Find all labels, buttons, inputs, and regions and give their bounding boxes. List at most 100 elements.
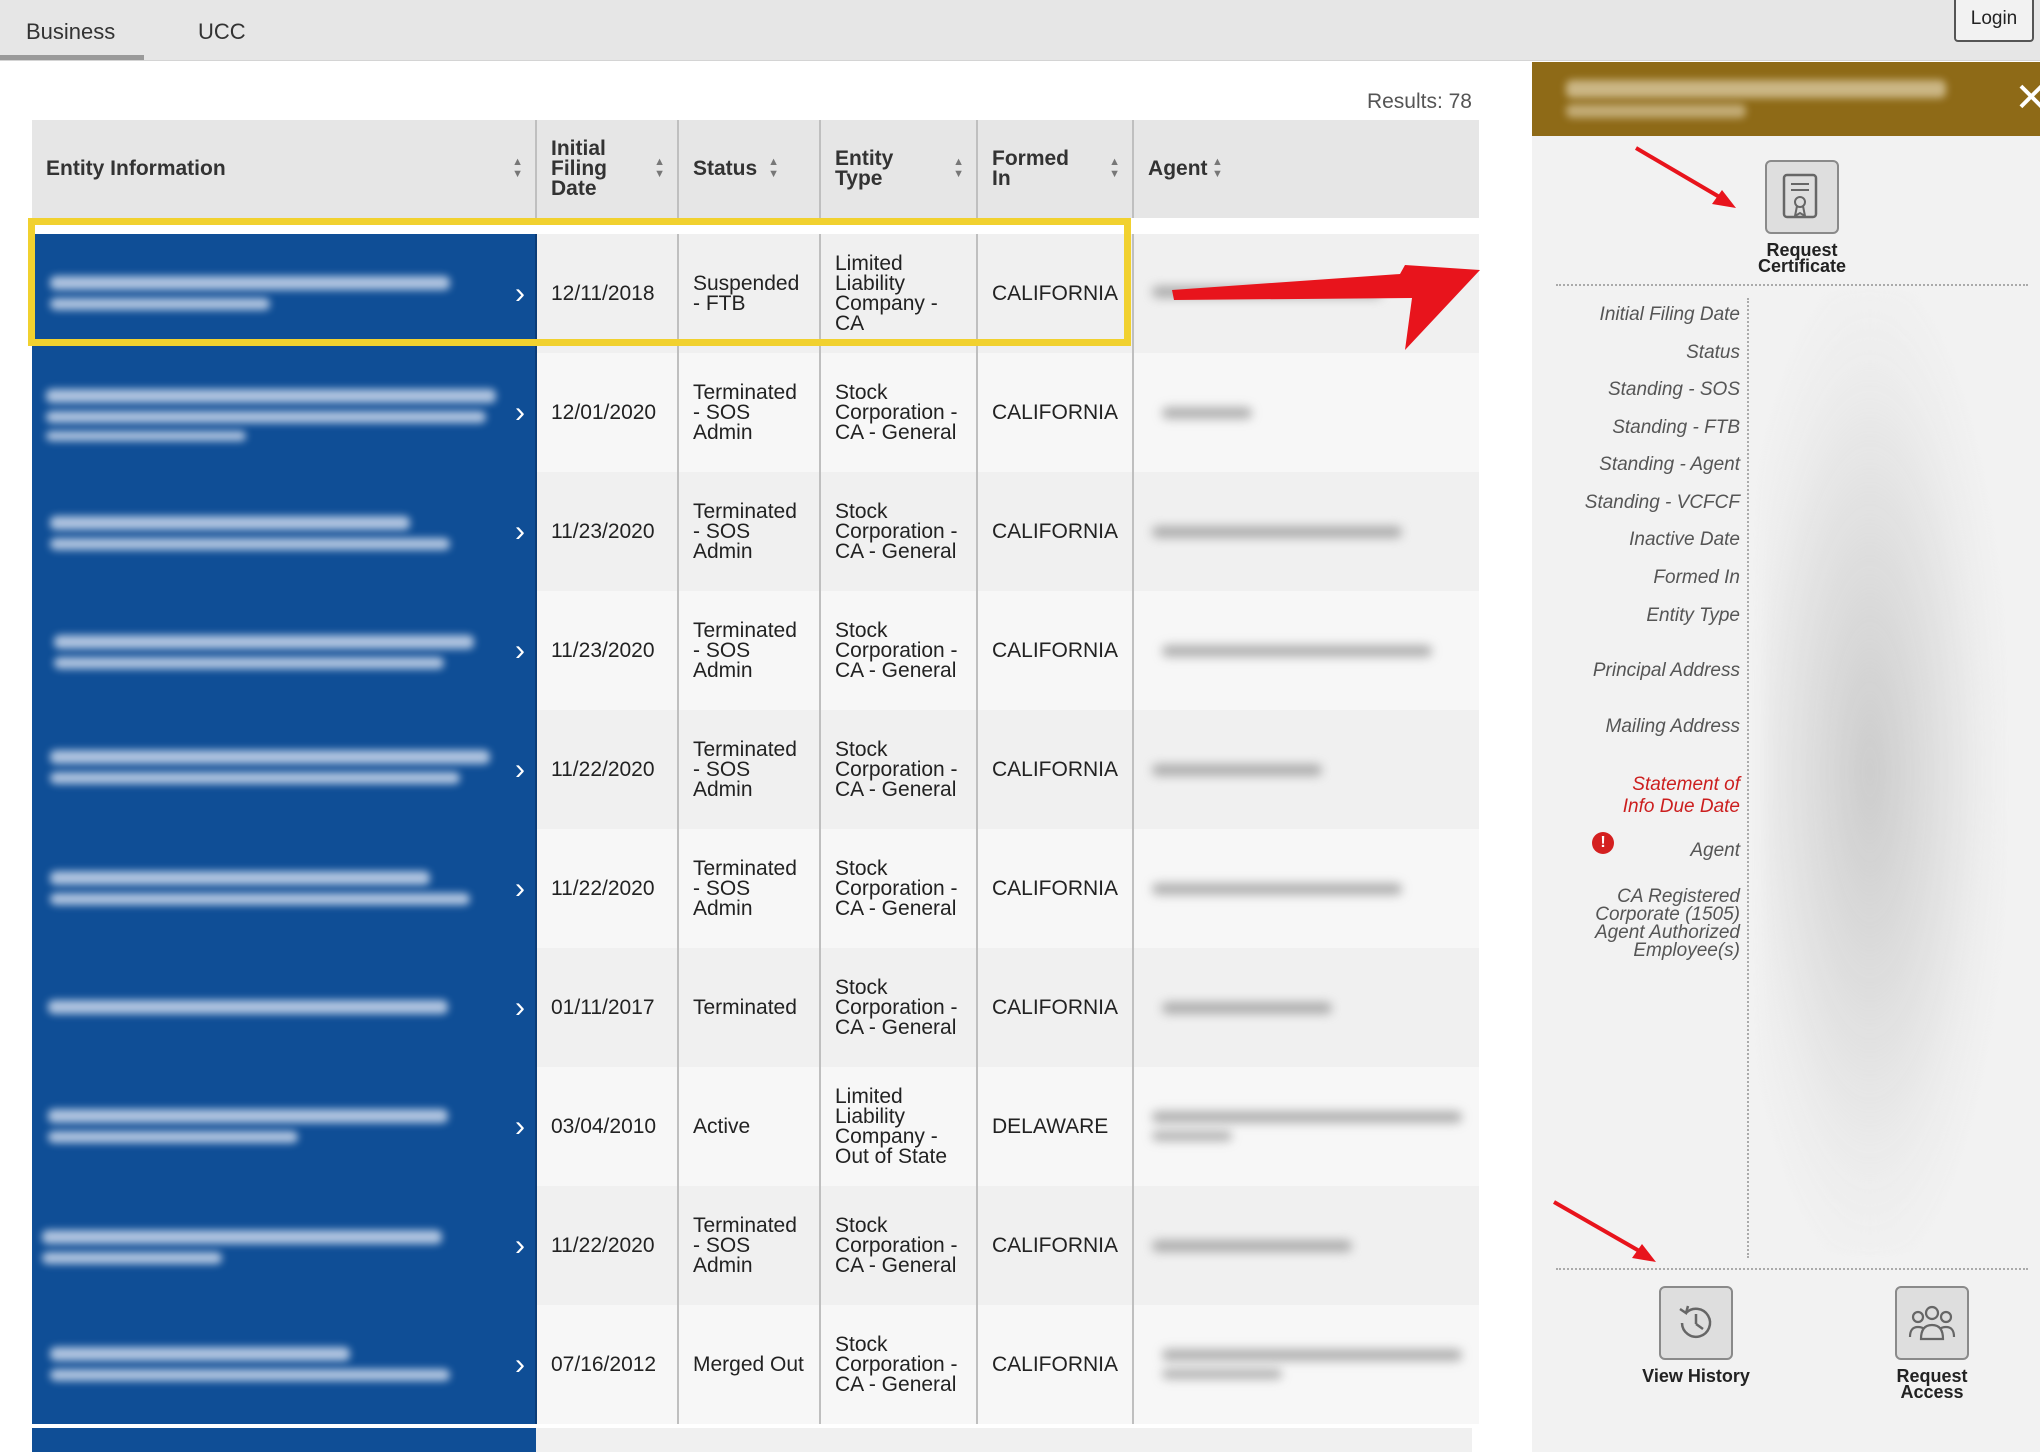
users-icon <box>1895 1286 1969 1360</box>
column-header-label: Status <box>693 157 758 180</box>
agent <box>1133 234 1480 353</box>
filing-date: 11/23/2020 <box>536 591 679 710</box>
sort-icon[interactable]: ▲ ▼ <box>654 156 665 180</box>
label-ca-registered-agent-employees: CA Registered Corporate (1505) Agent Aut… <box>1594 886 1740 961</box>
divider <box>1556 284 2028 286</box>
column-header-entity-type[interactable]: Entity Type ▲ ▼ <box>820 120 978 218</box>
filing-date: 03/04/2010 <box>536 1067 679 1186</box>
formed-in: CALIFORNIA <box>977 234 1135 353</box>
formed-in: CALIFORNIA <box>977 1186 1135 1305</box>
table-row[interactable]: › 11/23/2020 Terminated - SOS Admin Stoc… <box>32 472 1480 591</box>
agent <box>1133 710 1480 829</box>
table-row[interactable]: › 11/23/2020 Terminated - SOS Admin Stoc… <box>32 591 1480 710</box>
label-formed-in: Formed In <box>1653 567 1740 588</box>
column-header-formed-in[interactable]: Formed In ▲ ▼ <box>977 120 1135 218</box>
sort-icon[interactable]: ▲ ▼ <box>512 156 523 180</box>
column-header-initial-filing-date[interactable]: Initial Filing Date ▲ ▼ <box>536 120 679 218</box>
label-mailing-address: Mailing Address <box>1605 716 1740 737</box>
entity-name-cell[interactable]: › <box>32 591 537 710</box>
formed-in: CALIFORNIA <box>977 829 1135 948</box>
filing-date: 07/16/2012 <box>536 1305 679 1424</box>
request-certificate-label: Request Certificate <box>1757 240 1847 276</box>
label-agent: Agent <box>1690 840 1740 861</box>
entity-name-cell[interactable]: › <box>32 234 537 353</box>
table-row[interactable]: › 11/22/2020 Terminated - SOS Admin Stoc… <box>32 1186 1480 1305</box>
table-row[interactable]: › 01/11/2017 Terminated Stock Corporatio… <box>32 948 1480 1067</box>
column-header-entity-information[interactable]: Entity Information ▲ ▼ <box>32 120 537 218</box>
agent <box>1133 591 1480 710</box>
label-statement-of-info-due-date: Statement of Info Due Date <box>1622 774 1740 817</box>
label-status: Status <box>1686 342 1740 363</box>
table-row[interactable]: › 11/22/2020 Terminated - SOS Admin Stoc… <box>32 710 1480 829</box>
request-access-label: Request Access <box>1896 1366 1968 1402</box>
history-icon <box>1659 1286 1733 1360</box>
table-row[interactable]: › 12/01/2020 Terminated - SOS Admin Stoc… <box>32 353 1480 472</box>
tab-ucc[interactable]: UCC <box>172 0 272 60</box>
column-header-label: Formed In <box>992 147 1070 190</box>
entity-type: Stock Corporation - CA - General <box>820 710 978 829</box>
sort-icon[interactable]: ▲ ▼ <box>1109 156 1120 180</box>
entity-name-cell[interactable]: › <box>32 1067 537 1186</box>
column-header-status[interactable]: Status ▲ ▼ <box>678 120 821 218</box>
entity-name-cell[interactable]: › <box>32 353 537 472</box>
status: Merged Out <box>678 1305 821 1424</box>
entity-type: Limited Liability Company - Out of State <box>820 1067 978 1186</box>
formed-in: CALIFORNIA <box>977 353 1135 472</box>
sort-icon[interactable]: ▲ ▼ <box>768 156 779 180</box>
chevron-right-icon: › <box>515 514 525 548</box>
tab-business[interactable]: Business <box>0 0 144 60</box>
label-entity-type: Entity Type <box>1646 605 1740 626</box>
divider <box>1556 1268 2028 1270</box>
view-history-button[interactable]: View History <box>1616 1286 1776 1386</box>
entity-name-cell[interactable]: › <box>32 1186 537 1305</box>
top-bar: Business UCC Login <box>0 0 2040 61</box>
sort-icon[interactable]: ▲ ▼ <box>953 156 964 180</box>
formed-in: CALIFORNIA <box>977 710 1135 829</box>
results-table: Entity Information ▲ ▼ Initial Filing Date… <box>32 120 1480 1424</box>
chevron-right-icon: › <box>515 633 525 667</box>
status: Terminated - SOS Admin <box>678 829 821 948</box>
entity-name-cell[interactable]: › <box>32 948 537 1067</box>
entity-type: Stock Corporation - CA - General <box>820 472 978 591</box>
agent <box>1133 1305 1480 1424</box>
table-row-partial <box>32 1428 1472 1452</box>
formed-in: CALIFORNIA <box>977 948 1135 1067</box>
formed-in: CALIFORNIA <box>977 1305 1135 1424</box>
request-certificate-button[interactable]: Request Certificate <box>1742 160 1862 276</box>
column-header-label: Entity Information <box>46 157 226 180</box>
redacted-values <box>1762 292 2002 1252</box>
status: Terminated - SOS Admin <box>678 1186 821 1305</box>
label-standing-sos: Standing - SOS <box>1607 379 1740 400</box>
entity-name-cell[interactable]: › <box>32 710 537 829</box>
column-header-agent[interactable]: Agent ▲ ▼ <box>1133 120 1480 218</box>
chevron-right-icon: › <box>515 1347 525 1381</box>
table-row[interactable]: › 11/22/2020 Terminated - SOS Admin Stoc… <box>32 829 1480 948</box>
close-icon[interactable]: ✕ <box>2014 78 2040 118</box>
entity-name-cell[interactable]: › <box>32 472 537 591</box>
agent <box>1133 948 1480 1067</box>
filing-date: 11/22/2020 <box>536 829 679 948</box>
table-row[interactable]: › 07/16/2012 Merged Out Stock Corporatio… <box>32 1305 1480 1424</box>
detail-panel: ✕ Request Certificate Initial Filing Dat… <box>1532 62 2040 1452</box>
agent <box>1133 1067 1480 1186</box>
status: Terminated - SOS Admin <box>678 710 821 829</box>
alert-icon: ! <box>1592 832 1614 854</box>
entity-type: Stock Corporation - CA - General <box>820 829 978 948</box>
entity-name-cell[interactable]: › <box>32 1305 537 1424</box>
status: Terminated - SOS Admin <box>678 591 821 710</box>
label-principal-address: Principal Address <box>1592 660 1740 681</box>
entity-type: Stock Corporation - CA - General <box>820 1305 978 1424</box>
request-access-button[interactable]: Request Access <box>1872 1286 1992 1402</box>
entity-name-cell[interactable]: › <box>32 829 537 948</box>
certificate-icon <box>1765 160 1839 234</box>
filing-date: 12/11/2018 <box>536 234 679 353</box>
divider <box>1747 298 1749 1258</box>
label-standing-agent: Standing - Agent <box>1599 454 1740 475</box>
status: Suspended - FTB <box>678 234 821 353</box>
table-row[interactable]: › 12/11/2018 Suspended - FTB Limited Lia… <box>32 234 1480 353</box>
login-button[interactable]: Login <box>1954 0 2034 42</box>
entity-type: Stock Corporation - CA - General <box>820 353 978 472</box>
table-row[interactable]: › 03/04/2010 Active Limited Liability Co… <box>32 1067 1480 1186</box>
view-history-label: View History <box>1642 1366 1750 1386</box>
sort-icon[interactable]: ▲ ▼ <box>1212 156 1223 180</box>
